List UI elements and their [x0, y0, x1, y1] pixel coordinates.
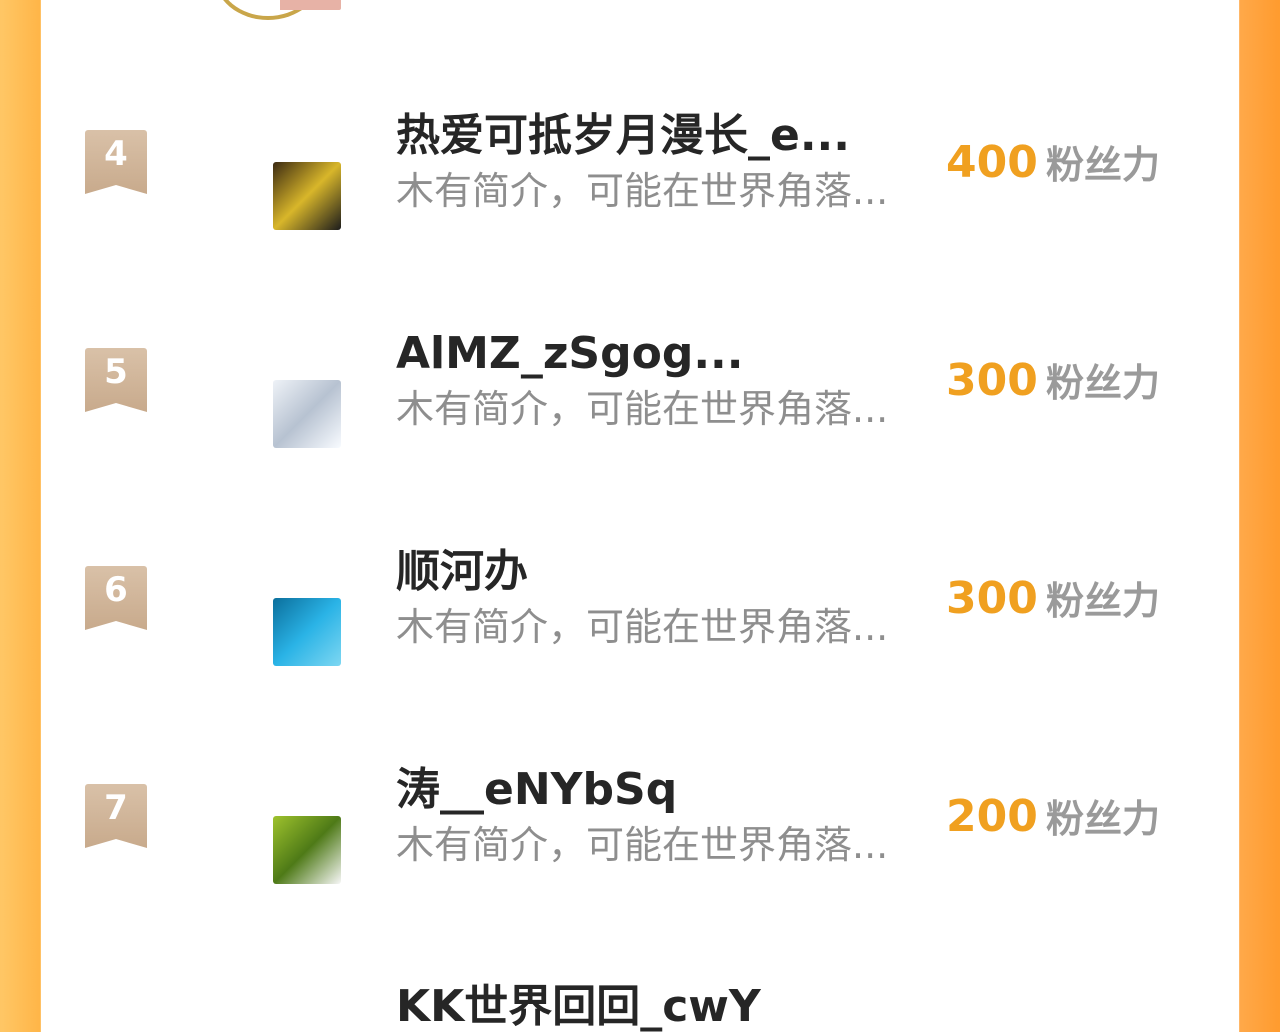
user-description: 木有简介，可能在世界角落... [396, 387, 889, 431]
rank-badge: 6 [85, 566, 147, 630]
rank-badge: 4 [85, 130, 147, 194]
score-unit-label: 粉丝力 [1046, 579, 1161, 623]
leaderboard-row[interactable]: 7 涛__eNYbSq 木有简介，可能在世界角落... 200 粉丝力 [0, 750, 1280, 968]
score-value: 300 [946, 355, 1038, 406]
rank-badge: 7 [85, 784, 147, 848]
user-description: 木有简介，可能在世界角落... [396, 169, 889, 213]
partial-next-name: KK世界回回_cwY [396, 981, 761, 1032]
score-unit-label: 粉丝力 [1046, 361, 1161, 405]
user-name[interactable]: 涛__eNYbSq [396, 768, 677, 812]
user-name[interactable]: 顺河办 [396, 550, 528, 594]
user-name[interactable]: 热爱可抵岁月漫长_e... [396, 114, 850, 158]
user-avatar[interactable] [273, 598, 341, 666]
user-description: 木有简介，可能在世界角落... [396, 605, 889, 649]
user-avatar[interactable] [273, 162, 341, 230]
score-value: 300 [946, 573, 1038, 624]
score-unit-label: 粉丝力 [1046, 797, 1161, 841]
leaderboard-row[interactable]: 4 热爱可抵岁月漫长_e... 木有简介，可能在世界角落... 400 粉丝力 [0, 96, 1280, 314]
leaderboard-row[interactable]: 6 顺河办木有简介，可能在世界角落... 300 粉丝力 [0, 532, 1280, 750]
previous-avatar-fragment [280, 0, 341, 10]
user-name[interactable]: AlMZ_zSgog... [396, 332, 744, 376]
user-avatar[interactable] [273, 816, 341, 884]
leaderboard-row[interactable]: 5 AlMZ_zSgog... 木有简介，可能在世界角落... 300 粉丝力 [0, 314, 1280, 532]
score-value: 400 [946, 137, 1038, 188]
score-unit-label: 粉丝力 [1046, 143, 1161, 187]
score-value: 200 [946, 791, 1038, 842]
user-avatar[interactable] [273, 380, 341, 448]
user-description: 木有简介，可能在世界角落... [396, 823, 889, 867]
rank-badge: 5 [85, 348, 147, 412]
